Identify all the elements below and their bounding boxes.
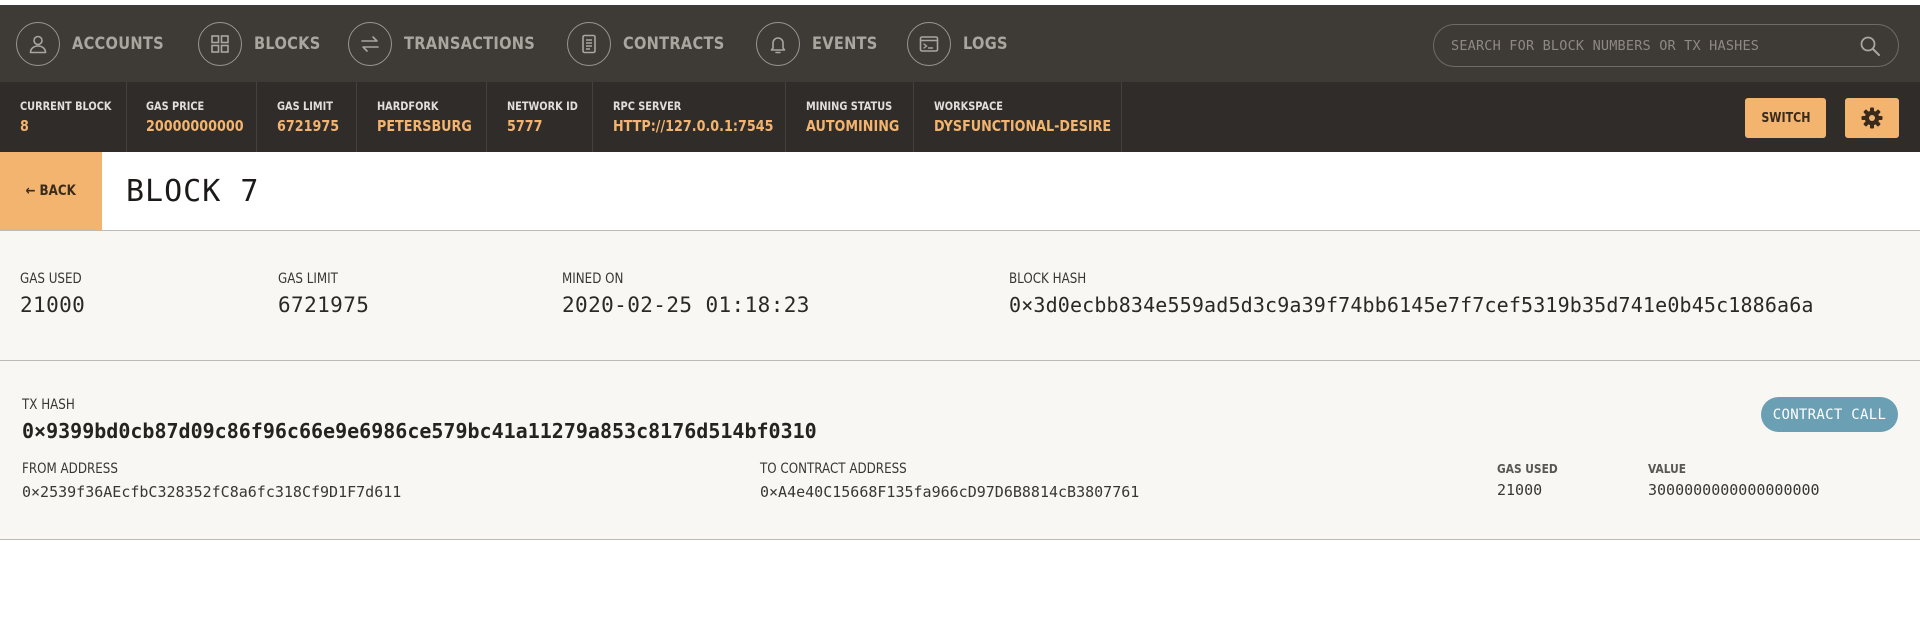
nav-contracts-label: CONTRACTS xyxy=(623,33,725,54)
info-label: BLOCK HASH xyxy=(1009,271,1087,287)
tx-hash-label: TX HASH xyxy=(22,397,75,413)
transaction-row[interactable]: TX HASH 0×9399bd0cb87d09c86f96c66e9e6986… xyxy=(0,361,1920,540)
gear-icon xyxy=(1861,107,1883,129)
nav-transactions-label: TRANSACTIONS xyxy=(404,33,536,54)
nav-blocks[interactable]: BLOCKS xyxy=(198,5,331,82)
nav-logs[interactable]: LOGS xyxy=(907,5,1015,82)
grid-icon xyxy=(198,21,242,66)
stat-current-block: CURRENT BLOCK 8 xyxy=(0,82,127,152)
nav-events-label: EVENTS xyxy=(812,33,878,54)
status-bar: CURRENT BLOCK 8 GAS PRICE 20000000000 GA… xyxy=(0,82,1920,152)
stat-label: MINING STATUS xyxy=(806,99,893,113)
block-details: GAS USED 21000 GAS LIMIT 6721975 MINED O… xyxy=(0,231,1920,361)
info-label: GAS LIMIT xyxy=(278,271,338,287)
tx-value-label: VALUE xyxy=(1648,461,1687,476)
nav-accounts[interactable]: ACCOUNTS xyxy=(16,5,179,82)
search-icon[interactable] xyxy=(1859,35,1881,57)
info-label: GAS USED xyxy=(20,271,82,287)
stat-label: RPC SERVER xyxy=(613,99,682,113)
stat-gas-price: GAS PRICE 20000000000 xyxy=(127,82,257,152)
tx-value: 3000000000000000000 xyxy=(1648,481,1820,499)
nav-transactions[interactable]: TRANSACTIONS xyxy=(348,5,556,82)
nav-blocks-label: BLOCKS xyxy=(254,33,321,54)
to-contract-address: 0×A4e40C15668F135fa966cD97D6B8814cB38077… xyxy=(760,483,1140,501)
terminal-icon xyxy=(907,21,951,66)
tx-gas-used: 21000 xyxy=(1497,481,1543,499)
stat-value: AUTOMINING xyxy=(806,117,900,135)
stat-value: 8 xyxy=(20,117,29,135)
page-title: BLOCK 7 xyxy=(126,173,260,209)
to-contract-address-label: TO CONTRACT ADDRESS xyxy=(760,461,907,477)
info-label: MINED ON xyxy=(562,271,624,287)
settings-button[interactable] xyxy=(1845,98,1899,138)
stat-label: WORKSPACE xyxy=(934,99,1003,113)
nav-accounts-label: ACCOUNTS xyxy=(72,33,164,54)
stat-value: 5777 xyxy=(507,117,543,135)
nav-contracts[interactable]: CONTRACTS xyxy=(567,5,741,82)
swap-arrows-icon xyxy=(348,21,392,66)
back-button[interactable]: ← BACK xyxy=(0,152,102,230)
stat-hardfork: HARDFORK PETERSBURG xyxy=(357,82,487,152)
info-value: 6721975 xyxy=(278,293,370,317)
document-icon xyxy=(567,21,611,66)
page-header: ← BACK BLOCK 7 xyxy=(0,152,1920,231)
stat-rpc-server: RPC SERVER HTTP://127.0.0.1:7545 xyxy=(593,82,786,152)
stat-value: DYSFUNCTIONAL-DESIRE xyxy=(934,117,1112,135)
block-gas-limit: GAS LIMIT 6721975 xyxy=(278,271,369,317)
info-value: 2020-02-25 01:18:23 xyxy=(562,293,810,317)
search-input[interactable] xyxy=(1449,36,1853,55)
search-box xyxy=(1433,24,1899,67)
switch-label: SWITCH xyxy=(1760,110,1811,126)
user-icon xyxy=(16,21,60,66)
stat-label: GAS LIMIT xyxy=(277,99,333,113)
contract-call-badge: CONTRACT CALL xyxy=(1761,397,1898,432)
bell-icon xyxy=(756,21,800,66)
stat-label: CURRENT BLOCK xyxy=(20,99,112,113)
info-value: 0×3d0ecbb834e559ad5d3c9a39f74bb6145e7f7c… xyxy=(1009,293,1814,317)
nav-events[interactable]: EVENTS xyxy=(756,5,888,82)
stat-value: 6721975 xyxy=(277,117,340,135)
stat-value: PETERSBURG xyxy=(377,117,472,135)
stat-network-id: NETWORK ID 5777 xyxy=(487,82,593,152)
block-mined-on: MINED ON 2020-02-25 01:18:23 xyxy=(562,271,810,317)
stat-value: 20000000000 xyxy=(146,117,244,135)
stat-label: NETWORK ID xyxy=(507,99,578,113)
main-nav: ACCOUNTS BLOCKS TRANSACTIONS CONTRACTS E… xyxy=(0,5,1920,82)
stat-value: HTTP://127.0.0.1:7545 xyxy=(613,117,774,135)
from-address-label: FROM ADDRESS xyxy=(22,461,118,477)
block-hash: BLOCK HASH 0×3d0ecbb834e559ad5d3c9a39f74… xyxy=(1009,271,1814,317)
tx-gas-used-label: GAS USED xyxy=(1497,461,1558,476)
stat-mining-status: MINING STATUS AUTOMINING xyxy=(786,82,914,152)
from-address: 0×2539f36AEcfbC328352fC8a6fc318Cf9D1F7d6… xyxy=(22,483,402,501)
stat-gas-limit: GAS LIMIT 6721975 xyxy=(257,82,357,152)
stat-workspace: WORKSPACE DYSFUNCTIONAL-DESIRE xyxy=(914,82,1122,152)
back-label: ← BACK xyxy=(25,183,77,199)
stat-label: HARDFORK xyxy=(377,99,439,113)
stat-label: GAS PRICE xyxy=(146,99,205,113)
tx-hash: 0×9399bd0cb87d09c86f96c66e9e6986ce579bc4… xyxy=(22,419,817,443)
nav-logs-label: LOGS xyxy=(963,33,1008,54)
switch-workspace-button[interactable]: SWITCH xyxy=(1745,98,1826,138)
block-gas-used: GAS USED 21000 xyxy=(20,271,93,317)
info-value: 21000 xyxy=(20,293,86,317)
